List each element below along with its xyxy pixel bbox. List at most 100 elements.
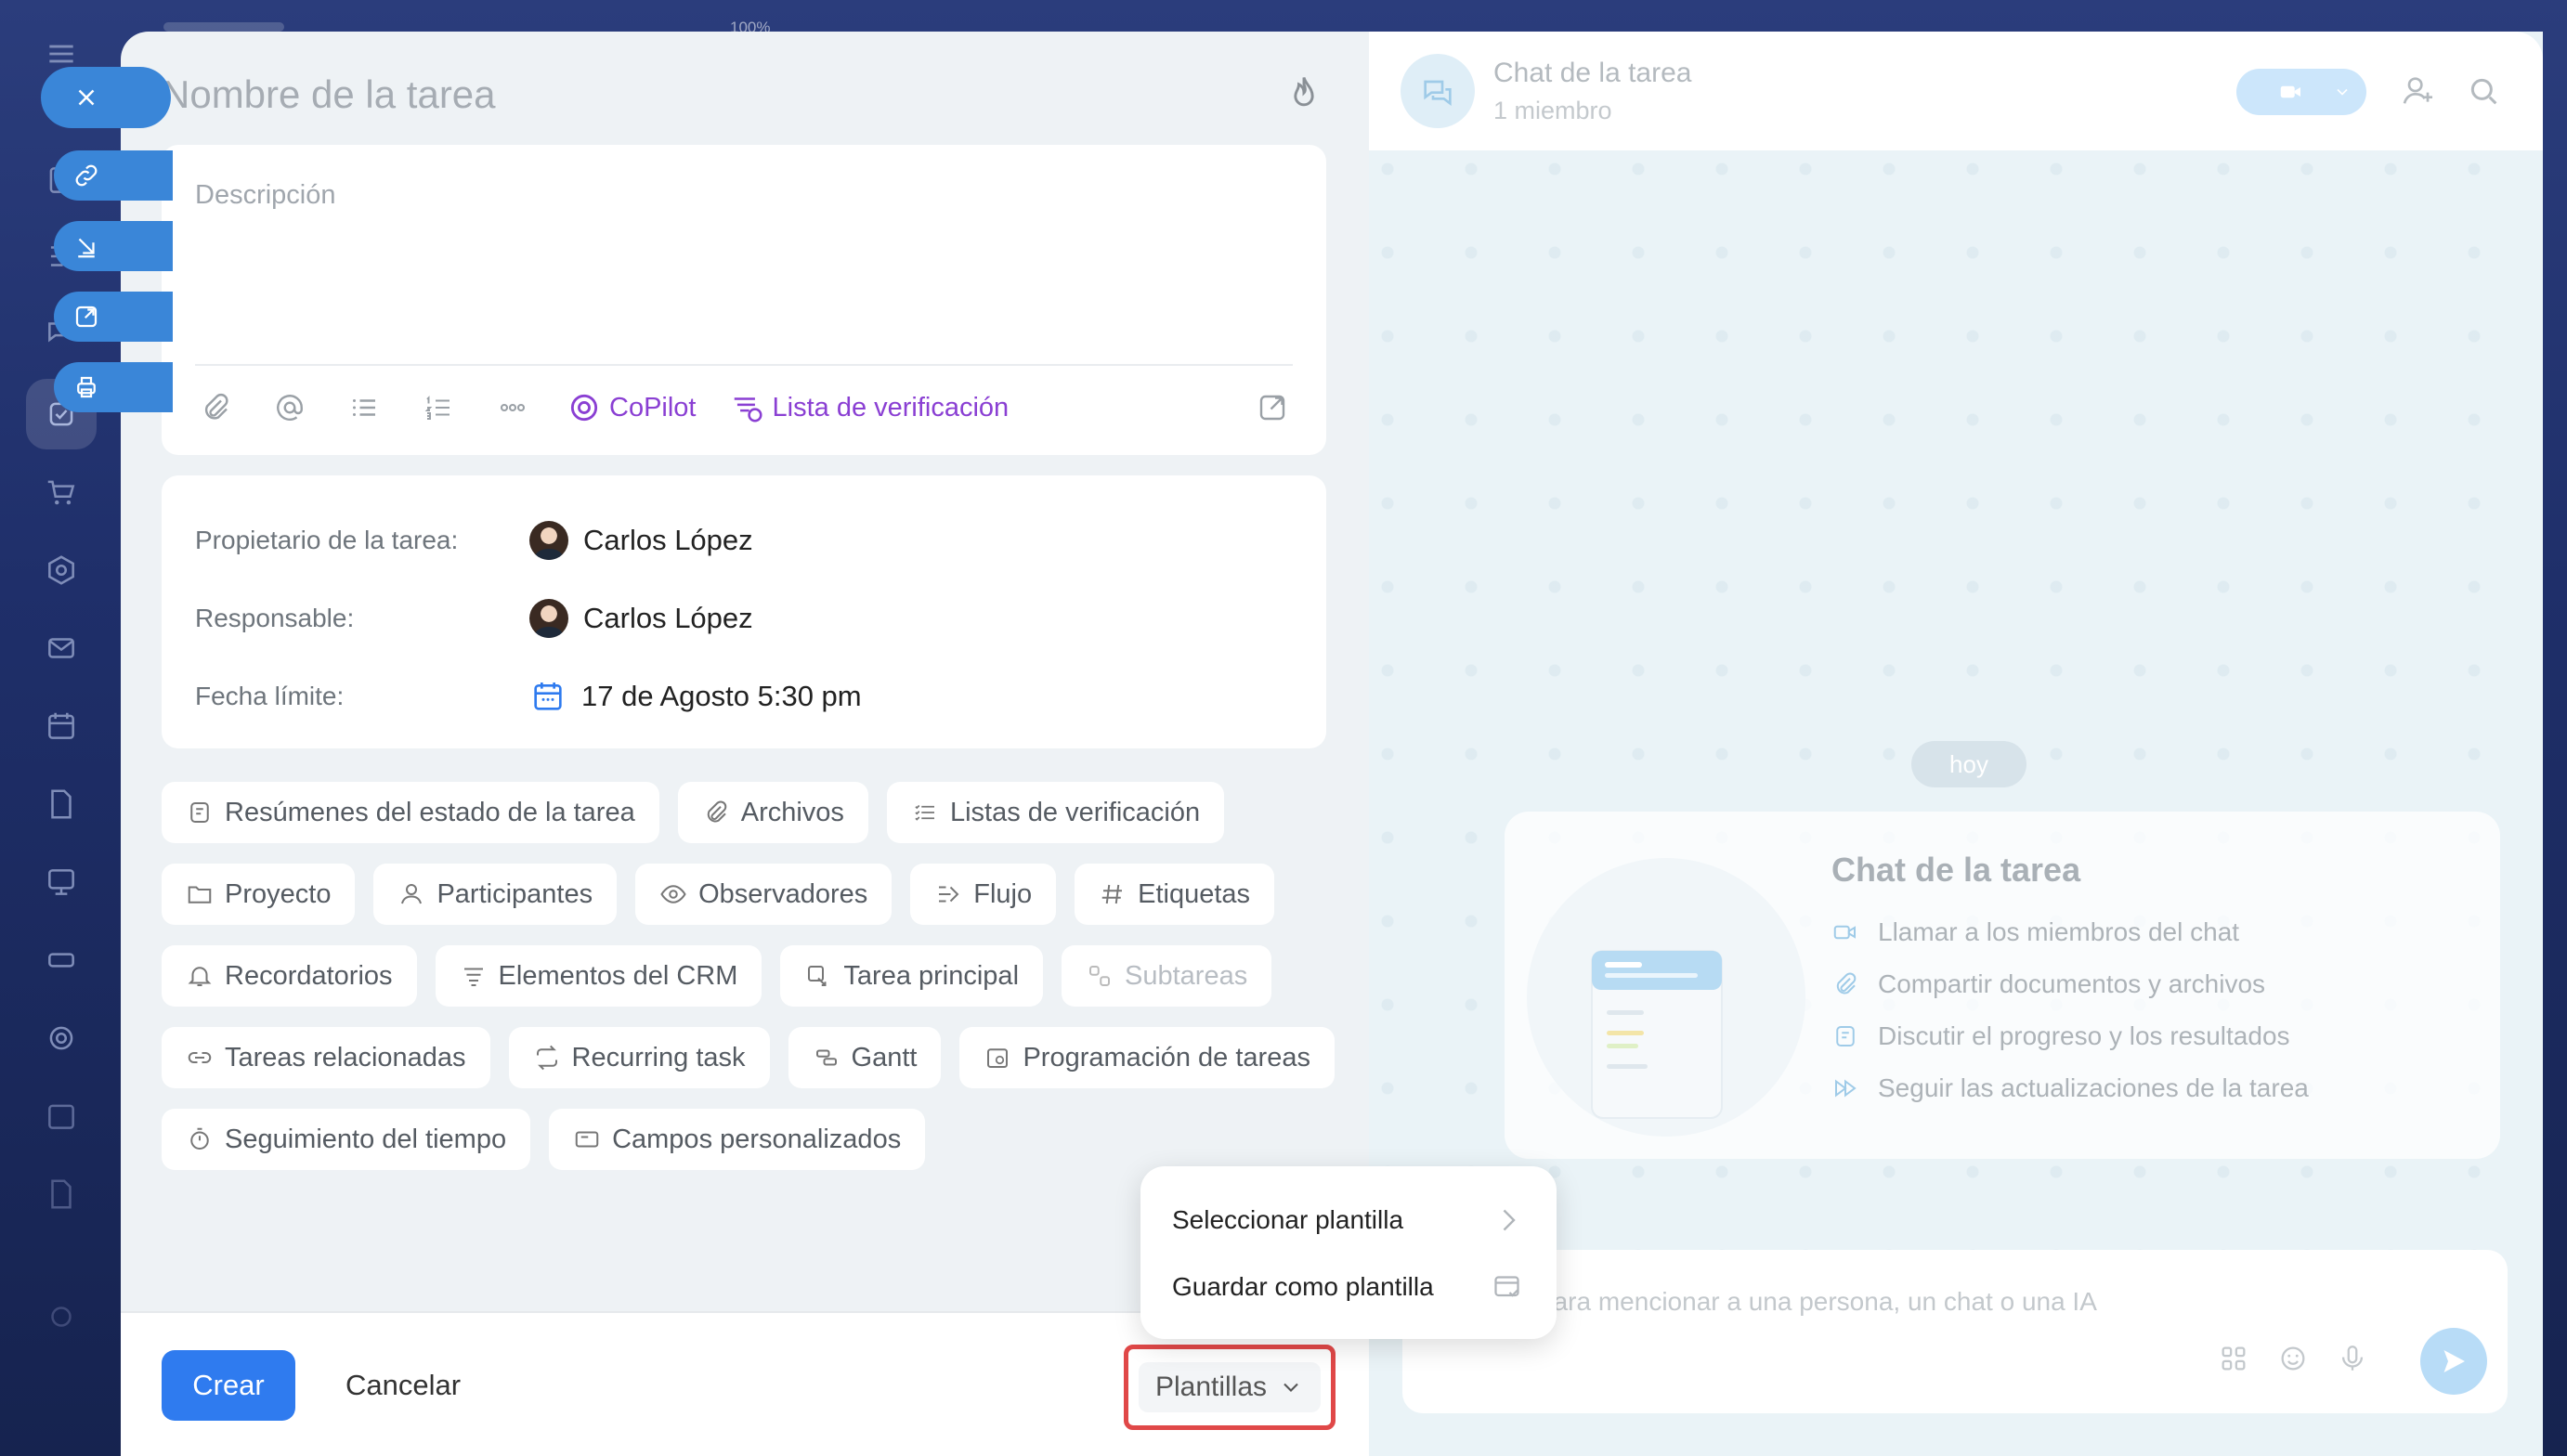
summary-icon [190,802,209,823]
bell-icon [188,967,212,986]
expand-editor-icon[interactable] [1252,387,1293,428]
bullet-list-icon[interactable] [344,387,384,428]
menu-item-save-template[interactable]: Guardar como plantilla [1172,1259,1525,1315]
printer-icon [77,376,96,398]
search-icon[interactable] [2465,72,2502,110]
message-composer[interactable]: a @ o + para mencionar a una persona, un… [1402,1250,2508,1413]
date-divider: hoy [1911,741,2026,787]
chip-label: Recordatorios [225,960,393,991]
chip-tags[interactable]: Etiquetas [1075,864,1275,925]
assignee-value[interactable]: Carlos López [529,599,753,638]
deadline-value[interactable]: 17 de Agosto 5:30 pm [529,678,862,715]
chip-recurring-task[interactable]: Recurring task [508,1027,770,1088]
menu-item-select-template[interactable]: Seleccionar plantilla [1172,1192,1525,1248]
checklist-icon [915,804,934,821]
add-user-icon[interactable] [2400,72,2437,110]
signature-icon[interactable] [41,1174,82,1215]
chip-reminders[interactable]: Recordatorios [162,945,417,1007]
description-input[interactable]: Descripción [195,180,336,211]
chip-related-tasks[interactable]: Tareas relacionadas [162,1027,490,1088]
info-item-share: Compartir documentos y archivos [1831,969,2265,999]
board-icon[interactable] [41,862,82,903]
fast-forward-icon [1835,1079,1857,1098]
chip-subtasks[interactable]: Subtareas [1062,945,1272,1007]
calendar-icon[interactable] [41,706,82,747]
task-title-input[interactable]: Nombre de la tarea [162,72,496,117]
info-item-label: Seguir las actualizaciones de la tarea [1878,1073,2309,1102]
assignee-name: Carlos López [583,602,753,634]
chip-observers[interactable]: Observadores [635,864,893,925]
apps-grid-icon[interactable] [2218,1343,2249,1374]
description-card: Descripción CoPilot Lista de verificació… [162,145,1326,455]
chat-member-count: 1 miembro [1493,97,1612,124]
checklist-icon [734,397,762,422]
storage-icon[interactable] [41,940,82,981]
video-call-button[interactable] [2236,69,2366,115]
repeat-icon [536,1045,557,1071]
templates-button[interactable]: Plantillas [1138,1362,1322,1412]
print-button[interactable] [54,362,173,412]
deadline-row: Fecha límite: 17 de Agosto 5:30 pm [195,669,862,724]
open-new-window-button[interactable] [54,292,173,342]
paperclip-icon[interactable] [195,387,236,428]
menu-item-label: Guardar como plantilla [1172,1272,1434,1301]
chevron-down-icon [2337,88,2348,96]
create-button[interactable]: Crear [162,1350,295,1421]
chip-files[interactable]: Archivos [677,782,868,843]
numbered-list-icon[interactable] [418,387,459,428]
cart-icon[interactable] [41,472,82,513]
owner-label: Propietario de la tarea: [195,526,459,554]
cancel-button[interactable]: Cancelar [345,1350,461,1421]
video-camera-icon [1833,925,1856,940]
info-item-label: Llamar a los miembros del chat [1878,917,2240,946]
more-icon[interactable] [492,387,533,428]
document-icon[interactable] [41,784,82,825]
chip-participants[interactable]: Participantes [373,864,618,925]
subtasks-icon [1089,966,1111,986]
close-button[interactable] [41,67,171,128]
composer-actions [2218,1343,2368,1374]
target-icon[interactable] [41,1018,82,1059]
owner-value[interactable]: Carlos López [529,521,753,560]
save-template-icon [1492,1270,1525,1304]
copy-link-button[interactable] [54,150,173,201]
chip-parent-task[interactable]: Tarea principal [780,945,1044,1007]
checklist-button[interactable]: Lista de verificación [730,390,1009,425]
chip-status-summaries[interactable]: Resúmenes del estado de la tarea [162,782,659,843]
minimize-button[interactable] [54,221,173,271]
chip-checklists[interactable]: Listas de verificación [886,782,1225,843]
send-button[interactable] [2420,1328,2487,1395]
chip-label: Subtareas [1125,960,1248,991]
mention-icon[interactable] [269,387,310,428]
chip-crm-items[interactable]: Elementos del CRM [435,945,762,1007]
eye-icon [660,885,686,904]
owner-row: Propietario de la tarea: Carlos López [195,513,753,568]
divider [195,364,1293,366]
fire-icon[interactable] [1284,72,1324,113]
hexagon-icon[interactable] [41,550,82,591]
info-card-title: Chat de la tarea [1831,851,2081,889]
chip-time-tracking[interactable]: Seguimiento del tiempo [162,1109,531,1170]
chip-custom-fields[interactable]: Campos personalizados [549,1109,926,1170]
info-item-discuss: Discutir el progreso y los resultados [1831,1021,2290,1051]
avatar [529,521,568,560]
copilot-button[interactable]: CoPilot [567,390,697,425]
link-icon [75,164,98,187]
chat-info-card: Chat de la tarea Llamar a los miembros d… [1505,812,2500,1159]
chip-project[interactable]: Proyecto [162,864,356,925]
mail-icon[interactable] [41,628,82,669]
emoji-icon[interactable] [2277,1343,2309,1374]
link-icon [188,1052,212,1063]
microphone-icon[interactable] [2337,1343,2368,1374]
chip-gantt[interactable]: Gantt [788,1027,942,1088]
settings-icon[interactable] [41,1296,82,1337]
chip-label: Tareas relacionadas [225,1042,466,1072]
chat-bubbles-icon [1424,80,1452,106]
close-icon [78,89,95,106]
chip-label: Tarea principal [843,960,1020,991]
chip-label: Recurring task [571,1042,746,1072]
chip-task-scheduling[interactable]: Programación de tareas [959,1027,1335,1088]
schedule-icon[interactable] [41,1096,82,1137]
chip-label: Seguimiento del tiempo [225,1124,507,1154]
chip-flow[interactable]: Flujo [910,864,1057,925]
